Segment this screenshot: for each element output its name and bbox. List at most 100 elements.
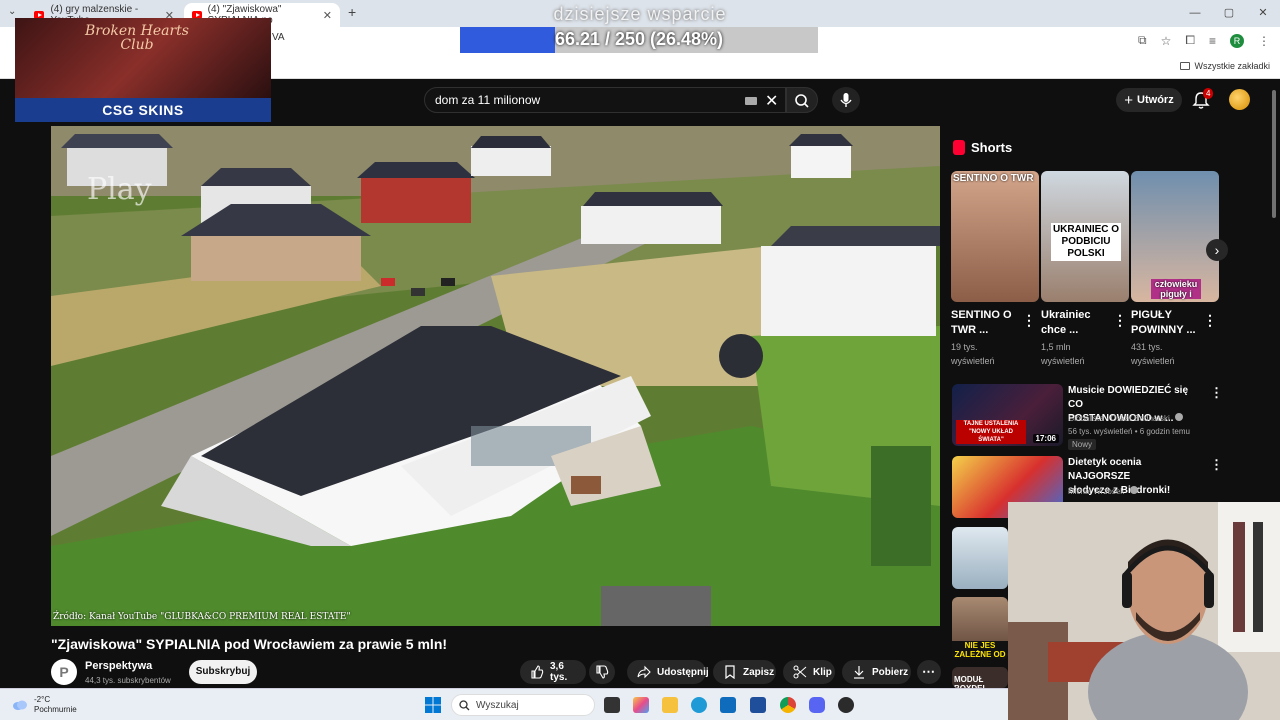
more-horizontal-icon: ⋯ — [922, 664, 935, 679]
new-tab-icon[interactable]: + — [348, 4, 356, 20]
windows-search-box[interactable]: Wyszukaj — [451, 694, 595, 716]
search-button[interactable] — [786, 87, 818, 113]
streamer-webcam-feed — [1008, 502, 1280, 720]
all-bookmarks-button[interactable]: Wszystkie zakładki — [1180, 61, 1270, 71]
file-explorer-icon[interactable] — [662, 697, 678, 713]
short-thumbnail[interactable]: UKRAINIEC O PODBICIU POLSKI — [1041, 171, 1129, 302]
folder-icon — [1180, 62, 1191, 70]
search-box: ✕ — [424, 87, 786, 113]
outlook-icon[interactable] — [720, 697, 736, 713]
share-arrow-icon — [637, 665, 651, 679]
verified-check-icon — [1129, 486, 1138, 494]
chrome-icon[interactable] — [780, 697, 796, 713]
promo-title: Broken Hearts Club — [85, 23, 189, 53]
donation-progress-bar: 66.21 / 250 (26.48%) — [460, 27, 818, 53]
maximize-icon[interactable]: ▢ — [1212, 0, 1246, 27]
recommendation-thumbnail[interactable]: TAJNE USTALENIA "NOWY UKŁAD ŚWIATA" 17:0… — [952, 384, 1063, 446]
page-scrollbar[interactable] — [1272, 90, 1276, 218]
recommendation-meta: 56 tys. wyświetleń • 6 godzin temu — [1068, 427, 1190, 436]
save-button[interactable]: Zapisz — [713, 660, 776, 684]
microphone-icon — [840, 93, 852, 107]
promo-brand: CSG SKINS — [15, 98, 271, 122]
play-overlay-text: Play — [87, 172, 152, 207]
recommendation-menu-icon[interactable]: ⋮ — [1210, 385, 1223, 401]
browser-menu-icon[interactable]: ⋮ — [1258, 34, 1270, 48]
shorts-heading: Shorts — [953, 140, 1012, 155]
clip-button[interactable]: Klip — [783, 660, 835, 684]
microsoft-store-icon[interactable] — [750, 697, 766, 713]
notifications-count-badge: 4 — [1203, 88, 1214, 99]
voice-search-button[interactable] — [832, 87, 860, 113]
shorts-logo-icon — [953, 140, 965, 155]
copilot-icon[interactable] — [633, 697, 649, 713]
browser-toolbar-icons: ⧉ ☆ ⧠ ≡ R ⋮ — [1138, 33, 1270, 48]
streamer-image — [1008, 502, 1280, 720]
cloud-icon — [13, 700, 27, 710]
weather-temperature: -2°C — [34, 695, 51, 704]
tab-list-chevron-icon[interactable]: ⌄ — [8, 6, 16, 17]
share-button[interactable]: Udostępnij — [627, 660, 709, 684]
short-menu-icon[interactable]: ⋮ — [1022, 312, 1036, 329]
chevron-right-icon: › — [1214, 242, 1220, 258]
download-button[interactable]: Pobierz — [842, 660, 911, 684]
close-tab-icon[interactable]: ✕ — [323, 9, 332, 22]
stream-promo-box: Broken Hearts Club CSG SKINS — [15, 18, 271, 122]
new-badge: Nowy — [1068, 439, 1097, 450]
close-window-icon[interactable]: ✕ — [1246, 0, 1280, 27]
short-views: 1,5 mln wyświetleń — [1041, 342, 1085, 366]
cast-icon[interactable]: ⧉ — [1138, 33, 1147, 48]
video-frame-aerial-house — [51, 126, 940, 626]
short-title[interactable]: PIGUŁY POWINNY ... — [1131, 308, 1203, 338]
profile-avatar[interactable]: R — [1230, 33, 1244, 48]
plus-icon: + — [1124, 91, 1134, 109]
minimize-icon[interactable]: — — [1178, 0, 1212, 27]
scissors-icon — [793, 665, 807, 679]
recommendation-thumbnail[interactable]: MODUŁ BOXDEL — [952, 667, 1008, 688]
recommendation-thumbnail[interactable] — [952, 527, 1008, 589]
search-icon — [459, 700, 470, 711]
window-controls: — ▢ ✕ — [1178, 0, 1280, 27]
video-player[interactable]: Play Źródło: Kanał YouTube "GLUBKA&CO PR… — [51, 126, 940, 626]
short-title[interactable]: Ukrainiec chce ... — [1041, 308, 1113, 338]
search-input[interactable] — [435, 93, 735, 107]
short-menu-icon[interactable]: ⋮ — [1203, 312, 1217, 329]
windows-search-placeholder: Wyszukaj — [476, 700, 519, 711]
short-thumbnail[interactable]: SENTINO O TWR — [951, 171, 1039, 302]
windows-start-icon[interactable] — [425, 697, 441, 713]
dislike-button[interactable] — [589, 660, 615, 684]
channel-avatar[interactable]: P — [51, 659, 77, 685]
more-actions-button[interactable]: ⋯ — [917, 660, 941, 684]
recommendation-channel[interactable]: Michał Wrzosek — [1068, 485, 1138, 498]
search-icon — [795, 94, 809, 108]
discord-icon[interactable] — [809, 697, 825, 713]
recommendation-menu-icon[interactable]: ⋮ — [1210, 457, 1223, 473]
create-button[interactable]: + Utwórz — [1116, 88, 1182, 112]
windows-taskbar: -2°C Pochmurnie Wyszukaj — [0, 688, 1008, 720]
short-thumbnail[interactable]: człowieku piguły i — [1131, 171, 1219, 302]
like-button[interactable]: 3,6 tys. — [520, 660, 586, 684]
bookmark-star-icon[interactable]: ☆ — [1161, 34, 1172, 48]
donation-title: dzisiejsze wsparcie — [553, 4, 727, 24]
url-text[interactable]: VA — [272, 32, 285, 43]
short-menu-icon[interactable]: ⋮ — [1113, 312, 1127, 329]
short-title[interactable]: SENTINO O TWR ... — [951, 308, 1023, 338]
clear-search-icon[interactable]: ✕ — [765, 91, 778, 111]
obs-studio-icon[interactable] — [838, 697, 854, 713]
keyboard-icon[interactable] — [745, 97, 757, 105]
edge-browser-icon[interactable] — [691, 697, 707, 713]
shorts-next-button[interactable]: › — [1206, 239, 1228, 261]
reading-list-icon[interactable]: ≡ — [1209, 34, 1216, 48]
weather-widget[interactable]: -2°C Pochmurnie — [12, 695, 77, 715]
video-source-caption: Źródło: Kanał YouTube "GLUBKA&CO PREMIUM… — [53, 612, 351, 622]
account-avatar[interactable] — [1229, 89, 1250, 110]
donation-amount-text: 66.21 / 250 (26.48%) — [554, 29, 724, 49]
subscribe-button[interactable]: Subskrybuj — [189, 660, 257, 684]
verified-check-icon — [1175, 413, 1184, 421]
recommendation-thumbnail[interactable]: NIE JES ZALEŻNE OD NA — [952, 597, 1008, 659]
save-bookmark-icon — [725, 665, 735, 679]
weather-description: Pochmurnie — [34, 705, 77, 714]
extensions-icon[interactable]: ⧠ — [1185, 33, 1195, 48]
channel-name[interactable]: Perspektywa — [85, 660, 152, 672]
recommendation-channel[interactable]: Globalista - Oskar Bednarski — [1068, 412, 1184, 425]
task-view-icon[interactable] — [604, 697, 620, 713]
